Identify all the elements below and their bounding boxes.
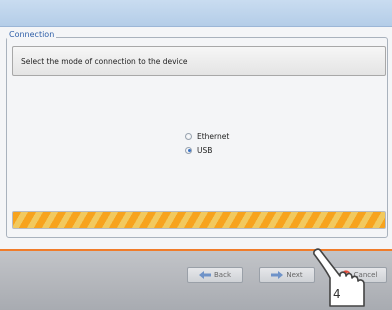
instruction-panel: Select the mode of connection to the dev…: [12, 46, 386, 76]
usb-label: USB: [197, 145, 213, 155]
back-label: Back: [214, 271, 231, 279]
back-button[interactable]: Back: [187, 267, 243, 283]
progress-bar: [12, 211, 386, 229]
radio-option-usb[interactable]: USB: [185, 144, 212, 156]
window-titlebar: [0, 0, 392, 27]
instruction-text: Select the mode of connection to the dev…: [21, 57, 188, 66]
radio-option-ethernet[interactable]: Ethernet: [185, 130, 229, 142]
next-label: Next: [286, 271, 303, 279]
connection-group-title: Connection: [7, 30, 57, 39]
callout-step-number: 4: [333, 287, 341, 301]
usb-radio[interactable]: [185, 146, 192, 154]
back-arrow-icon: [199, 271, 211, 279]
ethernet-radio[interactable]: [185, 132, 192, 140]
next-arrow-icon: [271, 271, 284, 279]
hand-cursor-icon: [313, 248, 365, 307]
ethernet-label: Ethernet: [197, 131, 230, 141]
next-button[interactable]: Next: [259, 267, 315, 283]
